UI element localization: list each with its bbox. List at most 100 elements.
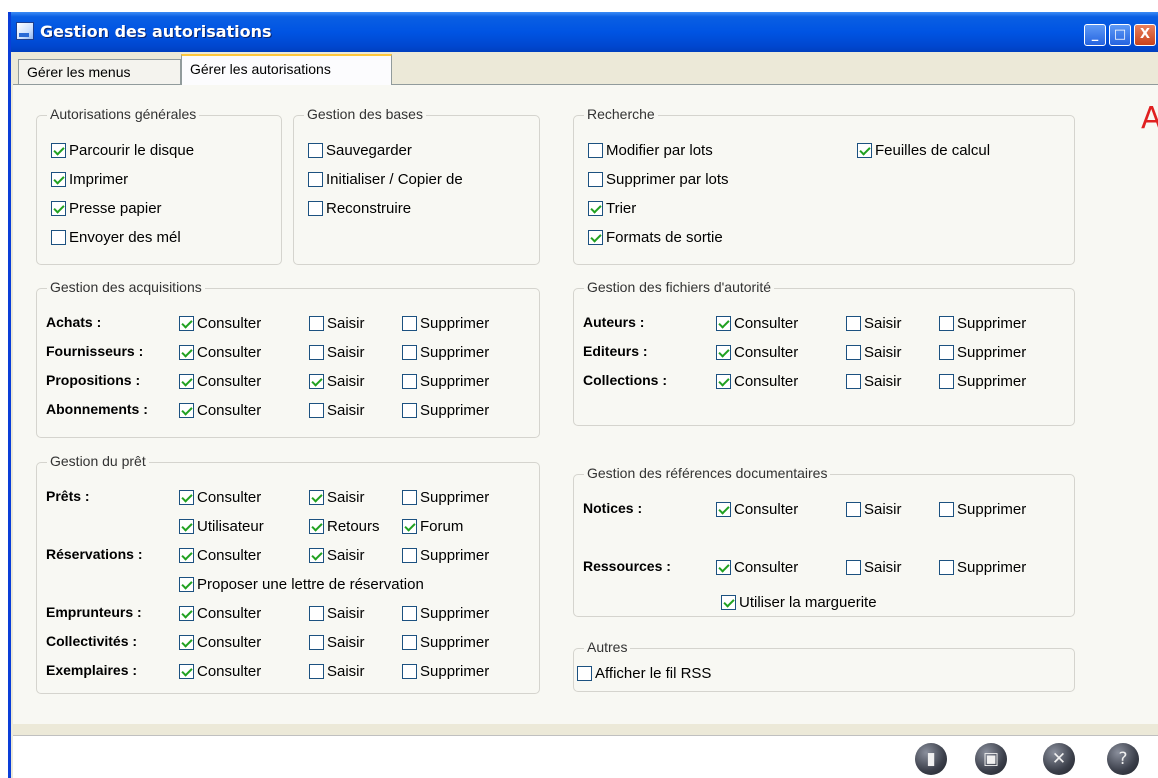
checkbox-box[interactable]: [309, 402, 324, 418]
checkbox-box[interactable]: [309, 373, 324, 389]
checkbox-box[interactable]: [179, 315, 194, 331]
checkbox-box[interactable]: [402, 344, 417, 360]
returns-checkbox[interactable]: Retours: [309, 516, 380, 536]
batch-delete-checkbox[interactable]: Supprimer par lots: [588, 169, 729, 189]
consulter-checkbox[interactable]: Consulter: [179, 313, 261, 333]
checkbox-box[interactable]: [716, 559, 731, 575]
checkbox-box[interactable]: [846, 559, 861, 575]
supprimer-checkbox[interactable]: Supprimer: [402, 487, 489, 507]
consulter-checkbox[interactable]: Consulter: [716, 313, 798, 333]
supprimer-checkbox[interactable]: Supprimer: [939, 499, 1026, 519]
checkbox-box[interactable]: [846, 315, 861, 331]
checkbox-box[interactable]: [309, 605, 324, 621]
checkbox-box[interactable]: [402, 489, 417, 505]
checkbox-box[interactable]: [51, 200, 66, 216]
checkbox-box[interactable]: [846, 373, 861, 389]
checkbox-box[interactable]: [716, 344, 731, 360]
checkbox-box[interactable]: [588, 142, 603, 158]
checkbox-box[interactable]: [939, 373, 954, 389]
saisir-checkbox[interactable]: Saisir: [309, 603, 365, 623]
supprimer-checkbox[interactable]: Supprimer: [402, 545, 489, 565]
propose-reservation-letter-checkbox[interactable]: Proposer une lettre de réservation: [179, 574, 424, 594]
checkbox-box[interactable]: [179, 605, 194, 621]
checkbox-box[interactable]: [179, 402, 194, 418]
saisir-checkbox[interactable]: Saisir: [309, 313, 365, 333]
checkbox-box[interactable]: [308, 171, 323, 187]
checkbox-box[interactable]: [402, 373, 417, 389]
checkbox-box[interactable]: [402, 315, 417, 331]
checkbox-box[interactable]: [179, 576, 194, 592]
rebuild-checkbox[interactable]: Reconstruire: [308, 198, 411, 218]
supprimer-checkbox[interactable]: Supprimer: [402, 661, 489, 681]
saisir-checkbox[interactable]: Saisir: [846, 557, 902, 577]
checkbox-box[interactable]: [402, 402, 417, 418]
checkbox-box[interactable]: [309, 489, 324, 505]
supprimer-checkbox[interactable]: Supprimer: [402, 342, 489, 362]
close-button[interactable]: X: [1134, 24, 1156, 46]
checkbox-box[interactable]: [179, 547, 194, 563]
supprimer-checkbox[interactable]: Supprimer: [402, 313, 489, 333]
checkbox-box[interactable]: [309, 518, 324, 534]
consulter-checkbox[interactable]: Consulter: [716, 557, 798, 577]
checkbox-box[interactable]: [402, 634, 417, 650]
saisir-checkbox[interactable]: Saisir: [309, 632, 365, 652]
cancel-button[interactable]: ✕: [1043, 743, 1075, 775]
checkbox-box[interactable]: [179, 634, 194, 650]
show-rss-checkbox[interactable]: Afficher le fil RSS: [577, 663, 711, 683]
consulter-checkbox[interactable]: Consulter: [716, 371, 798, 391]
consulter-checkbox[interactable]: Consulter: [179, 661, 261, 681]
consulter-checkbox[interactable]: Consulter: [179, 342, 261, 362]
consulter-checkbox[interactable]: Consulter: [179, 603, 261, 623]
consulter-checkbox[interactable]: Consulter: [179, 632, 261, 652]
checkbox-box[interactable]: [308, 200, 323, 216]
consulter-checkbox[interactable]: Consulter: [179, 371, 261, 391]
user-checkbox[interactable]: Utilisateur: [179, 516, 264, 536]
saisir-checkbox[interactable]: Saisir: [309, 487, 365, 507]
checkbox-box[interactable]: [309, 315, 324, 331]
checkbox-box[interactable]: [716, 501, 731, 517]
checkbox-box[interactable]: [846, 501, 861, 517]
maximize-button[interactable]: □: [1109, 24, 1131, 46]
consulter-checkbox[interactable]: Consulter: [179, 545, 261, 565]
checkbox-box[interactable]: [402, 518, 417, 534]
checkbox-box[interactable]: [179, 518, 194, 534]
supprimer-checkbox[interactable]: Supprimer: [402, 400, 489, 420]
print-checkbox[interactable]: Imprimer: [51, 169, 128, 189]
checkbox-box[interactable]: [402, 547, 417, 563]
supprimer-checkbox[interactable]: Supprimer: [939, 557, 1026, 577]
document-button[interactable]: ▮: [915, 743, 947, 775]
checkbox-box[interactable]: [857, 142, 872, 158]
checkbox-box[interactable]: [721, 594, 736, 610]
send-mail-checkbox[interactable]: Envoyer des mél: [51, 227, 181, 247]
consulter-checkbox[interactable]: Consulter: [179, 487, 261, 507]
output-formats-checkbox[interactable]: Formats de sortie: [588, 227, 723, 247]
checkbox-box[interactable]: [716, 373, 731, 389]
checkbox-box[interactable]: [588, 200, 603, 216]
browse-disk-checkbox[interactable]: Parcourir le disque: [51, 140, 194, 160]
spreadsheets-checkbox[interactable]: Feuilles de calcul: [857, 140, 990, 160]
checkbox-box[interactable]: [308, 142, 323, 158]
backup-checkbox[interactable]: Sauvegarder: [308, 140, 412, 160]
saisir-checkbox[interactable]: Saisir: [846, 313, 902, 333]
checkbox-box[interactable]: [179, 663, 194, 679]
use-marguerite-checkbox[interactable]: Utiliser la marguerite: [721, 592, 877, 612]
checkbox-box[interactable]: [588, 229, 603, 245]
save-button[interactable]: ▣: [975, 743, 1007, 775]
checkbox-box[interactable]: [939, 344, 954, 360]
checkbox-box[interactable]: [179, 344, 194, 360]
saisir-checkbox[interactable]: Saisir: [846, 371, 902, 391]
saisir-checkbox[interactable]: Saisir: [309, 545, 365, 565]
saisir-checkbox[interactable]: Saisir: [309, 342, 365, 362]
supprimer-checkbox[interactable]: Supprimer: [939, 313, 1026, 333]
checkbox-box[interactable]: [402, 605, 417, 621]
tab-manage-menus[interactable]: Gérer les menus: [18, 59, 181, 84]
checkbox-box[interactable]: [309, 344, 324, 360]
saisir-checkbox[interactable]: Saisir: [846, 499, 902, 519]
checkbox-box[interactable]: [179, 489, 194, 505]
checkbox-box[interactable]: [939, 315, 954, 331]
checkbox-box[interactable]: [51, 229, 66, 245]
supprimer-checkbox[interactable]: Supprimer: [402, 371, 489, 391]
initialize-copy-checkbox[interactable]: Initialiser / Copier de: [308, 169, 463, 189]
checkbox-box[interactable]: [309, 547, 324, 563]
saisir-checkbox[interactable]: Saisir: [846, 342, 902, 362]
